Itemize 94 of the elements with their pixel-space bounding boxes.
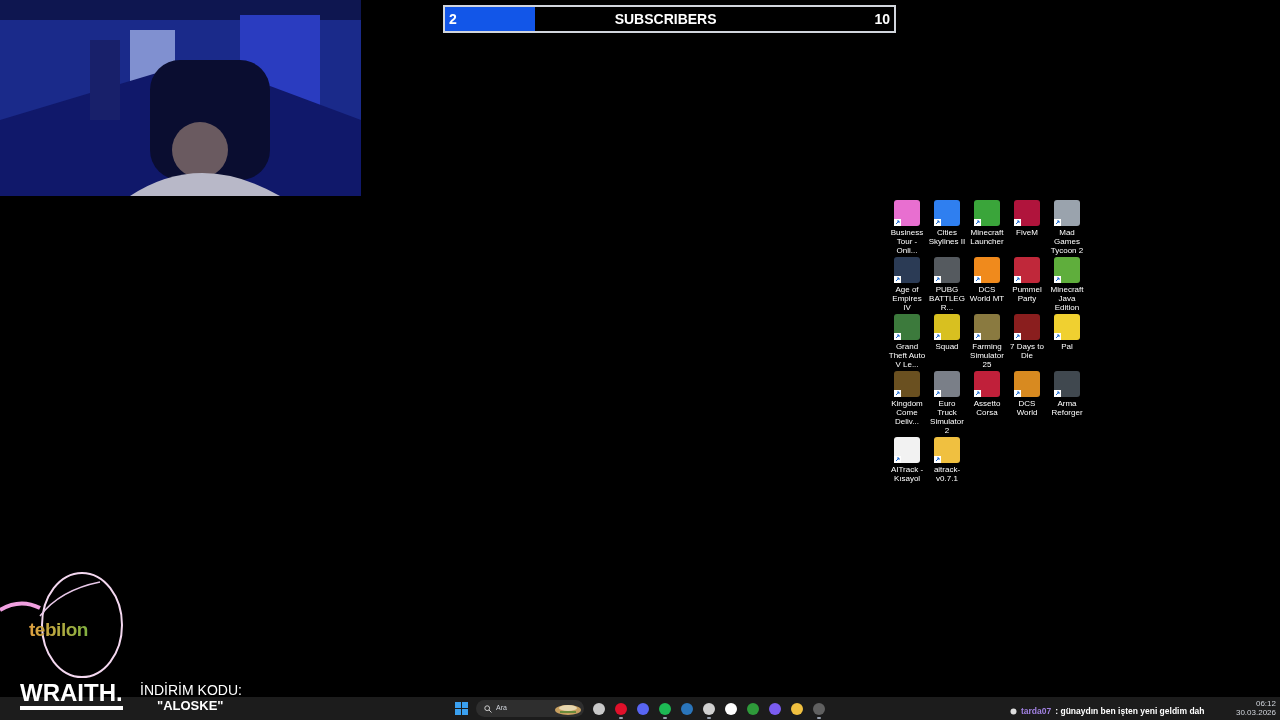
shortcut-label: DCS World: [1015, 399, 1039, 417]
desktop-shortcut[interactable]: Grand Theft Auto V Le...: [888, 314, 926, 369]
app-icon: [790, 701, 804, 716]
chat-username: tarda07: [1021, 705, 1052, 718]
app-icon: [658, 701, 672, 716]
desktop-shortcut[interactable]: AITrack - Kısayol: [888, 437, 926, 483]
shortcut-arrow-icon: [1014, 390, 1021, 397]
shortcut-arrow-icon: [974, 219, 981, 226]
shortcut-label: Minecraft Java Edition: [1049, 285, 1085, 312]
desktop-shortcut[interactable]: Squad: [928, 314, 966, 369]
running-indicator: [817, 717, 821, 719]
shortcut-arrow-icon: [974, 390, 981, 397]
desktop-shortcut[interactable]: Farming Simulator 25: [968, 314, 1006, 369]
shortcut-label: Grand Theft Auto V Le...: [888, 342, 926, 369]
search-icon: [484, 704, 492, 713]
shortcut-arrow-icon: [894, 219, 901, 226]
shortcut-arrow-icon: [974, 333, 981, 340]
shortcut-label: Squad: [934, 342, 960, 351]
desktop-shortcut[interactable]: aitrack-v0.7.1: [928, 437, 966, 483]
shortcut-label: Pummel Party: [1011, 285, 1043, 303]
desktop-shortcut[interactable]: Assetto Corsa: [968, 371, 1006, 435]
shortcut-label: Kingdom Come Deliv...: [890, 399, 924, 426]
desktop-shortcut[interactable]: PUBG BATTLEGR...: [928, 257, 966, 312]
running-indicator: [707, 717, 711, 719]
shortcut-arrow-icon: [1014, 219, 1021, 226]
shortcut-arrow-icon: [934, 276, 941, 283]
goal-label: SUBSCRIBERS: [613, 10, 718, 29]
shortcut-arrow-icon: [1054, 276, 1061, 283]
app-icon: [702, 701, 716, 716]
shortcut-label: PUBG BATTLEGR...: [928, 285, 966, 312]
app-icon: [614, 701, 628, 716]
shortcut-label: Euro Truck Simulator 2: [929, 399, 965, 435]
shortcut-label: DCS World MT: [968, 285, 1006, 303]
shortcut-label: Pal: [1060, 342, 1074, 351]
windows-start-icon[interactable]: [455, 702, 468, 715]
shortcut-label: Minecraft Launcher: [969, 228, 1005, 246]
shortcut-label: aitrack-v0.7.1: [932, 465, 962, 483]
desktop-shortcut[interactable]: Pummel Party: [1008, 257, 1046, 312]
app-icon: [768, 701, 782, 716]
shortcut-arrow-icon: [934, 219, 941, 226]
app-icon: [636, 701, 650, 716]
shortcut-label: Age of Empires IV: [891, 285, 923, 312]
desktop-shortcut[interactable]: Mad Games Tycoon 2: [1048, 200, 1086, 255]
desktop-shortcut[interactable]: Age of Empires IV: [888, 257, 926, 312]
shortcut-arrow-icon: [894, 276, 901, 283]
app-icon: [812, 701, 826, 716]
chat-message: : günaydın ben işten yeni geldim dah: [1055, 705, 1205, 718]
desktop-shortcut[interactable]: 7 Days to Die: [1008, 314, 1046, 369]
shortcut-arrow-icon: [894, 390, 901, 397]
running-indicator: [619, 717, 623, 719]
desktop-shortcut[interactable]: Euro Truck Simulator 2: [928, 371, 966, 435]
current-count: 2: [449, 10, 457, 29]
shortcut-arrow-icon: [934, 390, 941, 397]
clock-time: 06:12: [1255, 699, 1276, 708]
desktop-shortcut[interactable]: Minecraft Launcher: [968, 200, 1006, 255]
desktop-shortcut[interactable]: Arma Reforger: [1048, 371, 1086, 435]
shortcut-arrow-icon: [934, 456, 941, 463]
clock-date: 30.03.2026: [1235, 708, 1276, 717]
desktop-shortcut[interactable]: DCS World MT: [968, 257, 1006, 312]
running-indicator: [663, 717, 667, 719]
desktop-shortcut[interactable]: Business Tour - Onli...: [888, 200, 926, 255]
desktop-shortcut[interactable]: Cities Skylines II: [928, 200, 966, 255]
shortcut-label: Farming Simulator 25: [969, 342, 1005, 369]
app-icon: [592, 701, 606, 716]
shortcut-arrow-icon: [934, 333, 941, 340]
app-icon: [724, 701, 738, 716]
shortcut-label: Mad Games Tycoon 2: [1049, 228, 1085, 255]
shortcut-arrow-icon: [894, 333, 901, 340]
desktop-shortcut[interactable]: Pal: [1048, 314, 1086, 369]
shortcut-label: Business Tour - Onli...: [889, 228, 925, 255]
discount-label: İNDİRİM KODU:: [140, 682, 242, 698]
chat-badge-icon: [1010, 707, 1017, 715]
shortcut-arrow-icon: [1054, 219, 1061, 226]
shortcut-label: Arma Reforger: [1050, 399, 1084, 417]
desktop-shortcut[interactable]: FiveM: [1008, 200, 1046, 255]
app-icon: [746, 701, 760, 716]
shortcut-arrow-icon: [974, 276, 981, 283]
shortcut-arrow-icon: [1014, 333, 1021, 340]
shortcut-arrow-icon: [894, 456, 901, 463]
app-icon: [680, 701, 694, 716]
discount-code: "ALOSKE": [157, 698, 224, 714]
desktop-shortcut[interactable]: DCS World: [1008, 371, 1046, 435]
shortcut-arrow-icon: [1054, 333, 1061, 340]
shortcut-label: Cities Skylines II: [928, 228, 966, 246]
desktop-shortcut[interactable]: Minecraft Java Edition: [1048, 257, 1086, 312]
shortcut-label: 7 Days to Die: [1009, 342, 1045, 360]
shortcut-arrow-icon: [1014, 276, 1021, 283]
shortcut-label: AITrack - Kısayol: [889, 465, 925, 483]
product-logo: WRAITH.: [20, 680, 123, 710]
shortcut-label: FiveM: [1015, 228, 1039, 237]
shortcut-label: Assetto Corsa: [972, 399, 1002, 417]
shortcut-arrow-icon: [1054, 390, 1061, 397]
desktop-shortcut[interactable]: Kingdom Come Deliv...: [888, 371, 926, 435]
target-count: 10: [874, 10, 890, 29]
